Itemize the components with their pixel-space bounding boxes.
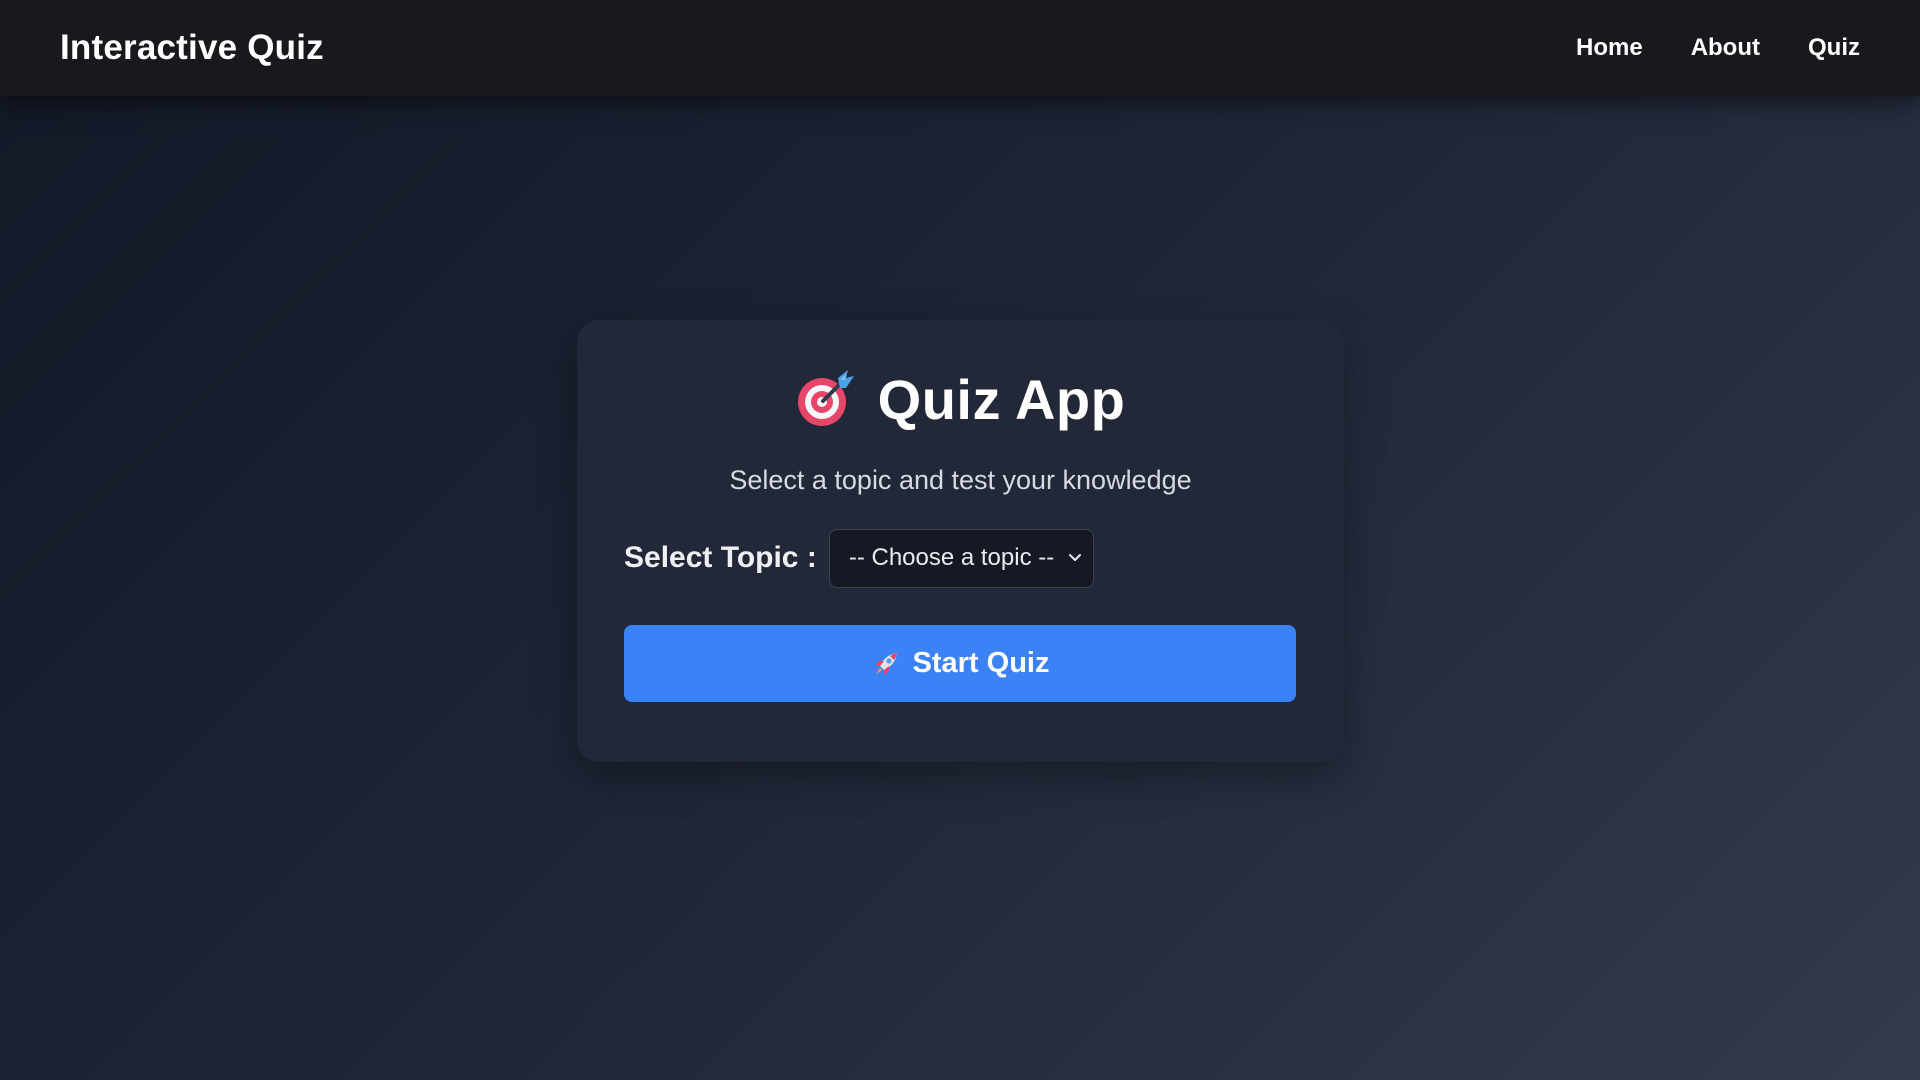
rocket-icon [874, 652, 897, 675]
title-row: Quiz App [624, 364, 1297, 434]
nav-links: Home About Quiz [1576, 34, 1860, 62]
nav-link-quiz[interactable]: Quiz [1808, 34, 1860, 62]
subtitle: Select a topic and test your knowledge [729, 465, 1192, 495]
target-dart-icon [797, 370, 854, 426]
chevron-down-icon [1068, 554, 1081, 561]
page-title: Quiz App [877, 367, 1126, 431]
brand-title[interactable]: Interactive Quiz [60, 28, 324, 68]
nav-link-home[interactable]: Home [1576, 34, 1643, 62]
topic-selector-row: Select Topic : -- Choose a topic -- [624, 528, 1297, 588]
top-navbar: Interactive Quiz Home About Quiz [0, 0, 1920, 96]
nav-link-about[interactable]: About [1691, 34, 1760, 62]
topic-label: Select Topic : [624, 541, 817, 574]
quiz-start-card: Quiz App Select a topic and test your kn… [577, 320, 1344, 762]
start-quiz-label: Start Quiz [912, 647, 1050, 679]
topic-select-value: -- Choose a topic -- [848, 544, 1055, 571]
topic-select[interactable]: -- Choose a topic -- [828, 528, 1094, 588]
start-quiz-button[interactable]: Start Quiz [624, 625, 1296, 702]
